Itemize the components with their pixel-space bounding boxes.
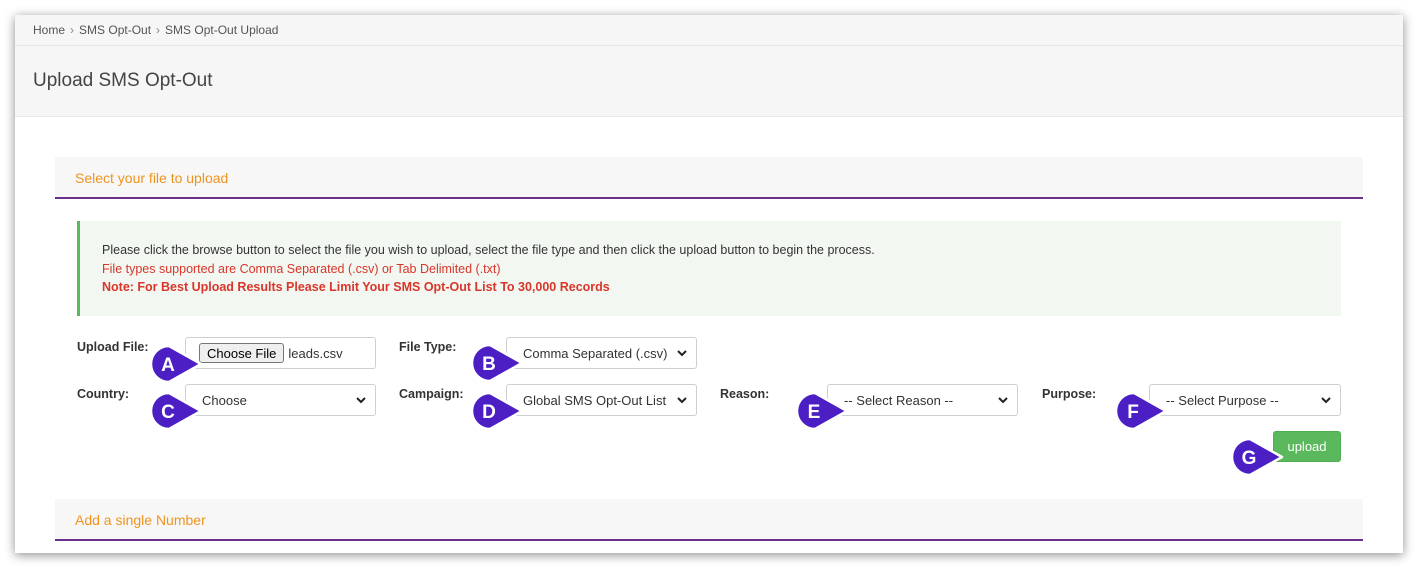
upload-file-label: Upload File: xyxy=(77,340,149,354)
file-type-select[interactable]: Comma Separated (.csv) xyxy=(506,337,697,369)
breadcrumb-current: SMS Opt-Out Upload xyxy=(165,23,279,37)
marker-e-label: E xyxy=(808,402,821,423)
marker-g-label: G xyxy=(1242,448,1257,469)
callout-marker-d-icon: D xyxy=(470,391,524,431)
info-alert: Please click the browse button to select… xyxy=(77,221,1341,316)
callout-marker-b-icon: B xyxy=(470,343,524,383)
info-record-limit-note: Note: For Best Upload Results Please Lim… xyxy=(102,280,610,294)
country-value: Choose xyxy=(202,392,247,408)
info-instructions: Please click the browse button to select… xyxy=(102,243,875,257)
page-title: Upload SMS Opt-Out xyxy=(33,70,213,91)
file-type-label: File Type: xyxy=(399,340,457,354)
single-number-panel-title: Add a single Number xyxy=(75,512,206,528)
reason-label: Reason: xyxy=(720,387,770,401)
chevron-down-icon xyxy=(1321,397,1331,404)
marker-d-label: D xyxy=(482,402,496,423)
marker-c-label: C xyxy=(161,402,175,423)
chevron-down-icon xyxy=(677,397,687,404)
callout-marker-c-icon: C xyxy=(149,391,203,431)
purpose-value: -- Select Purpose -- xyxy=(1166,392,1279,408)
breadcrumb-home[interactable]: Home xyxy=(33,23,65,37)
marker-f-label: F xyxy=(1127,402,1139,423)
breadcrumb-sms-opt-out[interactable]: SMS Opt-Out xyxy=(79,23,151,37)
country-select[interactable]: Choose xyxy=(185,384,376,416)
callout-marker-g-icon: G xyxy=(1230,437,1284,477)
chevron-down-icon xyxy=(998,397,1008,404)
campaign-value: Global SMS Opt-Out List xyxy=(523,392,667,408)
upload-panel-title: Select your file to upload xyxy=(75,170,229,186)
purpose-select[interactable]: -- Select Purpose -- xyxy=(1149,384,1341,416)
callout-marker-a-icon: A xyxy=(149,344,203,384)
file-type-value: Comma Separated (.csv) xyxy=(523,345,668,361)
info-file-types: File types supported are Comma Separated… xyxy=(102,262,501,276)
upload-file-input[interactable]: Choose File leads.csv xyxy=(185,337,376,369)
app-window: Home › SMS Opt-Out › SMS Opt-Out Upload … xyxy=(15,15,1403,553)
page-header: Home › SMS Opt-Out › SMS Opt-Out Upload … xyxy=(15,15,1403,117)
country-label: Country: xyxy=(77,387,130,401)
selected-file-name: leads.csv xyxy=(288,345,343,361)
callout-marker-e-icon: E xyxy=(795,391,849,431)
breadcrumb-divider xyxy=(15,45,1403,46)
reason-select[interactable]: -- Select Reason -- xyxy=(827,384,1018,416)
marker-a-label: A xyxy=(161,355,175,376)
breadcrumb: Home › SMS Opt-Out › SMS Opt-Out Upload xyxy=(33,22,278,38)
breadcrumb-separator: › xyxy=(70,23,75,37)
chevron-down-icon xyxy=(356,397,366,404)
campaign-select[interactable]: Global SMS Opt-Out List xyxy=(506,384,697,416)
campaign-label: Campaign: xyxy=(399,387,464,401)
choose-file-button[interactable]: Choose File xyxy=(199,343,285,363)
upload-panel-heading: Select your file to upload xyxy=(55,157,1363,199)
reason-value: -- Select Reason -- xyxy=(844,392,954,408)
chevron-down-icon xyxy=(677,350,687,357)
callout-marker-f-icon: F xyxy=(1114,391,1168,431)
marker-b-label: B xyxy=(482,354,496,375)
purpose-label: Purpose: xyxy=(1042,387,1097,401)
single-number-panel-heading[interactable]: Add a single Number xyxy=(55,499,1363,541)
breadcrumb-separator: › xyxy=(156,23,161,37)
